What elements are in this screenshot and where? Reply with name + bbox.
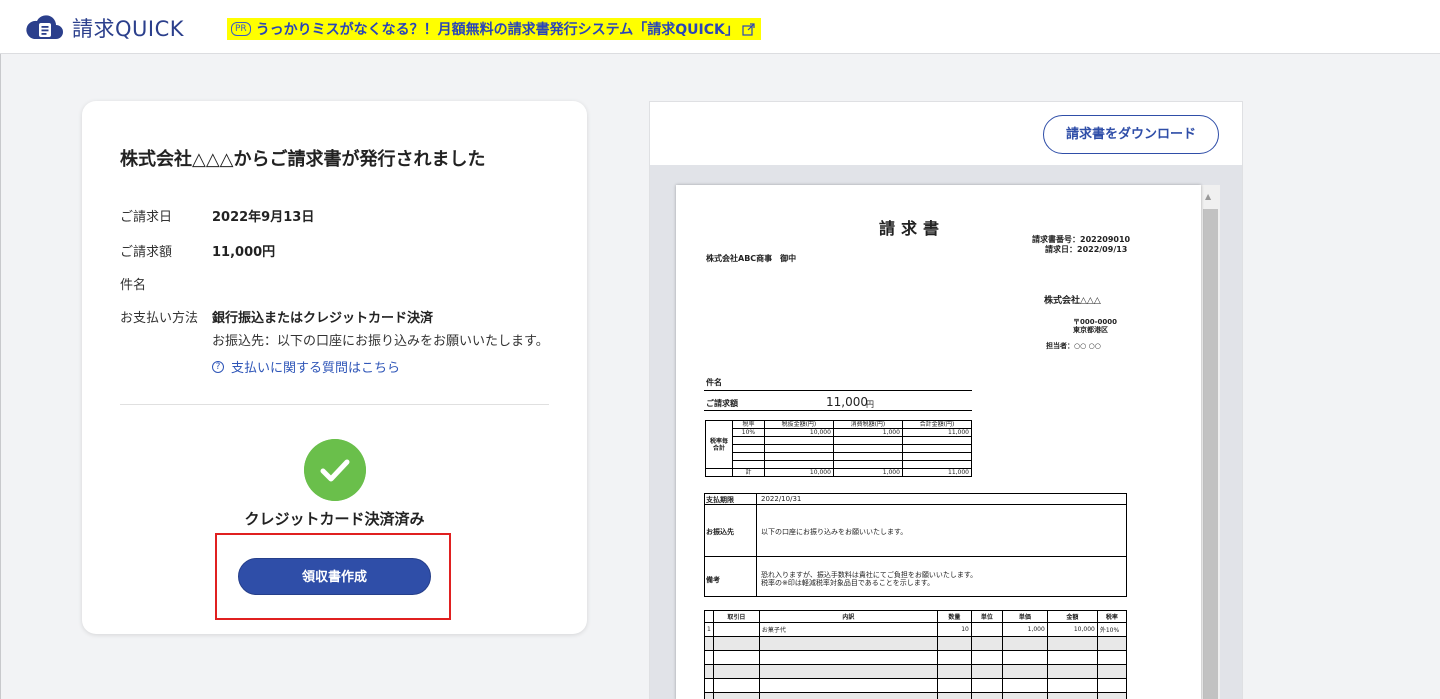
item-cell: 10 — [936, 622, 972, 637]
divider — [120, 404, 549, 405]
scroll-up-arrow-icon[interactable]: ▲ — [1205, 192, 1211, 201]
tax-cell: 1,000 — [832, 428, 903, 437]
tax-cell: 10% — [732, 428, 765, 437]
tax-side-label: 税率毎合計 — [705, 420, 733, 469]
item-header: 単位 — [970, 610, 1003, 623]
tax-total-label: 計 — [732, 468, 765, 477]
payment-faq-text: 支払いに関する質問はこちら — [231, 361, 401, 376]
window-edge — [0, 54, 1, 699]
tax-cell: 10,000 — [763, 428, 834, 437]
invoice-date: 請求日：2022/09/13 — [1045, 245, 1128, 254]
box-line — [704, 556, 1127, 557]
tax-total-cell: 11,000 — [901, 468, 973, 477]
invoice-preview-panel: 請求書をダウンロード ▲ 請求書 請求書番号：202209010 請求日：202… — [649, 101, 1243, 699]
payment-faq-link[interactable]: ? 支払いに関する質問はこちら — [212, 357, 400, 376]
item-cell: お菓子代 — [758, 622, 938, 637]
check-circle-icon — [304, 439, 366, 501]
table-row: 1 お菓子代 10 1,000 10,000 外10% — [704, 622, 1128, 637]
invoice-title: 請求書 — [879, 219, 946, 238]
pr-banner-text: うっかりミスがなくなる？！月額無料の請求書発行システム「請求QUICK」 — [255, 22, 739, 38]
card-title: 株式会社△△△からご請求書が発行されました — [120, 149, 486, 170]
item-header — [704, 610, 714, 623]
line-items-table: 取引日 内訳 数量 単位 単価 金額 税率 1 お菓子代 10 1,000 10… — [704, 610, 1128, 699]
issuer-address: 東京都港区 — [1073, 326, 1108, 334]
invoice-amount-label: ご請求額 — [706, 399, 738, 408]
bank-label: お振込先 — [706, 528, 734, 536]
invoice-subject-label: 件名 — [706, 378, 722, 387]
tax-header: 合計金額(円) — [901, 420, 973, 429]
item-cell — [712, 622, 760, 637]
item-header: 取引日 — [712, 610, 760, 623]
bank-value: 以下の口座にお振り込みをお願いいたします。 — [761, 528, 908, 536]
logo-text[interactable]: 請求QUICK — [72, 13, 184, 43]
item-header: 単価 — [1001, 610, 1048, 623]
table-row — [704, 636, 1128, 651]
table-row — [704, 650, 1128, 665]
invoice-summary-card: 株式会社△△△からご請求書が発行されました ご請求日 2022年9月13日 ご請… — [82, 101, 587, 634]
invoice-amount-unit: 円 — [866, 400, 874, 409]
tax-summary-table: 税率毎合計 税率 税抜金額(円) 消費税額(円) 合計金額(円) 10% 10,… — [705, 420, 973, 477]
table-row — [704, 664, 1128, 679]
due-value: 2022/10/31 — [761, 495, 802, 503]
payment-status-text: クレジットカード決済済み — [244, 510, 425, 528]
item-header: 内訳 — [758, 610, 938, 623]
tax-header: 税抜金額(円) — [763, 420, 834, 429]
issuer-contact: 担当者：○○ ○○ — [1046, 342, 1101, 350]
note-label: 備考 — [706, 576, 720, 584]
tax-total-cell: 10,000 — [763, 468, 834, 477]
item-header: 数量 — [936, 610, 972, 623]
subject-label: 件名 — [120, 278, 147, 293]
item-cell — [970, 622, 1003, 637]
item-cell: 1,000 — [1001, 622, 1048, 637]
item-cell: 1 — [704, 622, 714, 637]
pdf-viewer[interactable]: ▲ 請求書 請求書番号：202209010 請求日：2022/09/13 株式会… — [650, 165, 1242, 699]
table-row — [704, 692, 1128, 699]
item-cell: 10,000 — [1046, 622, 1098, 637]
billing-date-value: 2022年9月13日 — [212, 210, 315, 225]
cloud-document-logo-icon[interactable] — [24, 12, 64, 42]
item-header: 税率 — [1096, 610, 1128, 623]
item-cell: 外10% — [1096, 622, 1128, 637]
amount-underline — [704, 410, 972, 411]
table-row — [704, 678, 1128, 693]
invoice-recipient: 株式会社ABC商事 御中 — [706, 254, 797, 263]
download-invoice-button[interactable]: 請求書をダウンロード — [1043, 115, 1219, 154]
invoice-issuer: 株式会社△△△ — [1044, 296, 1101, 306]
payment-method-value: 銀行振込またはクレジットカード決済 — [212, 311, 434, 326]
pr-banner-link[interactable]: PR うっかりミスがなくなる？！月額無料の請求書発行システム「請求QUICK」 — [227, 18, 761, 40]
box-line — [704, 504, 1127, 505]
due-label: 支払期限 — [706, 496, 734, 504]
tax-total-cell: 1,000 — [832, 468, 903, 477]
invoice-amount-value: 11,000 — [826, 395, 868, 409]
billing-amount-label: ご請求額 — [120, 245, 173, 260]
app-header: 請求QUICK PR うっかりミスがなくなる？！月額無料の請求書発行システム「請… — [0, 0, 1440, 54]
billing-date-label: ご請求日 — [120, 210, 173, 225]
subject-underline — [704, 390, 972, 391]
item-header: 金額 — [1046, 610, 1098, 623]
create-receipt-button[interactable]: 領収書作成 — [238, 558, 431, 595]
tax-header: 消費税額(円) — [832, 420, 903, 429]
billing-amount-value: 11,000円 — [212, 245, 276, 260]
external-link-icon — [742, 22, 755, 36]
pr-badge: PR — [231, 22, 251, 36]
tax-cell: 11,000 — [901, 428, 973, 437]
note-line-2: 税率の※印は軽減税率対象品目であることを示します。 — [761, 579, 935, 587]
tax-header: 税率 — [732, 420, 765, 429]
payment-method-note: お振込先：以下の口座にお振り込みをお願いいたします。 — [212, 334, 549, 349]
invoice-page: 請求書 請求書番号：202209010 請求日：2022/09/13 株式会社A… — [676, 185, 1201, 699]
payment-method-label: お支払い方法 — [120, 311, 199, 326]
box-line — [756, 493, 757, 597]
scrollbar-thumb[interactable] — [1203, 209, 1218, 699]
question-circle-icon: ? — [212, 360, 224, 373]
